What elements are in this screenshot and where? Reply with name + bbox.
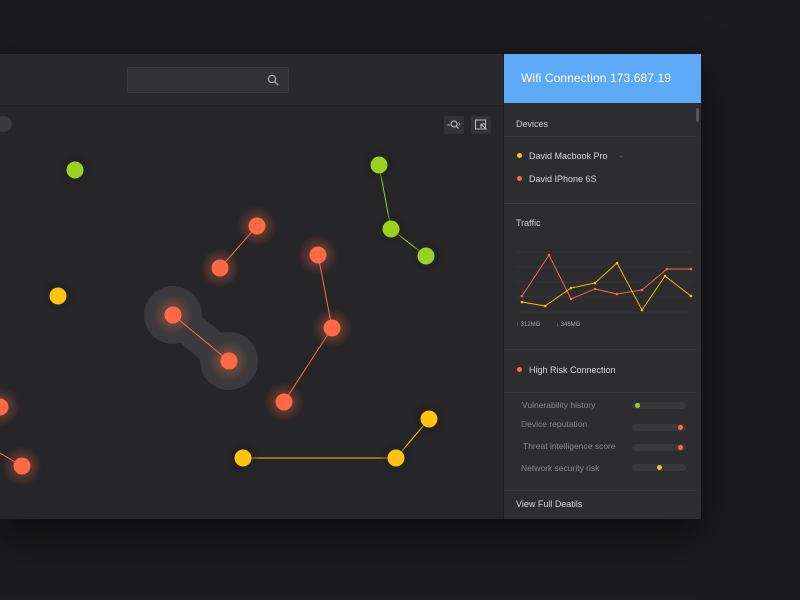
graph-node-yellow[interactable] (49, 287, 67, 305)
device-suffix: · (619, 151, 623, 161)
device-label: David IPhone 6S (529, 174, 597, 184)
graph-node-orange[interactable] (164, 306, 182, 324)
graph-node-green[interactable] (370, 156, 388, 174)
graph-node-yellow[interactable] (420, 410, 438, 428)
risk-level-marker (677, 425, 683, 430)
divider (504, 392, 697, 393)
graph-node-orange[interactable] (220, 352, 238, 370)
divider (504, 349, 697, 350)
traffic-chart (516, 251, 693, 313)
divider (504, 490, 697, 491)
download-stat: ↓ 346MG (556, 322, 581, 328)
search-box[interactable] (127, 67, 289, 93)
panel-header: Wifi Connection 173.687.19 (504, 54, 701, 103)
divider (504, 136, 697, 137)
upload-stat: ↑ 312MG (516, 322, 541, 328)
device-status-dot (517, 176, 522, 181)
graph-node-orange[interactable] (211, 259, 229, 277)
risk-status-dot (517, 367, 522, 372)
graph-node-green[interactable] (382, 220, 400, 238)
graph-node-green[interactable] (417, 247, 435, 265)
graph-node-orange[interactable] (248, 217, 266, 235)
graph-node-orange[interactable] (309, 246, 327, 264)
graph-node-orange[interactable] (13, 457, 31, 475)
network-graph (0, 147, 447, 486)
traffic-title: Traffic (516, 218, 541, 228)
connection-details-panel: Wifi Connection 173.687.19 Devices David… (503, 54, 701, 519)
risk-label: Vulnerability history (522, 400, 596, 410)
graph-node-orange[interactable] (275, 393, 293, 411)
risk-level-marker (635, 403, 641, 408)
view-full-details-link[interactable]: View Full Deatils (516, 499, 582, 509)
panel-scrollbar[interactable] (696, 108, 699, 122)
risk-level-marker (677, 445, 683, 450)
search-icon[interactable] (267, 74, 279, 86)
device-label: David Macbook Pro (529, 151, 608, 161)
risk-level-bar (632, 444, 686, 451)
devices-title: Devices (516, 119, 549, 129)
risk-level-bar (632, 464, 686, 471)
risk-level-marker (656, 465, 662, 470)
network-graph-canvas[interactable] (0, 106, 503, 519)
risk-label: Network security risk (521, 463, 600, 473)
risk-label: Device reputation (521, 419, 588, 429)
divider (504, 203, 697, 204)
risk-level-bar (632, 402, 686, 409)
graph-node-yellow[interactable] (234, 449, 252, 467)
top-bar (0, 54, 503, 106)
high-risk-title: High Risk Connection (529, 365, 616, 375)
graph-node-green[interactable] (66, 161, 84, 179)
risk-level-bar (632, 424, 686, 431)
graph-node-orange[interactable] (323, 319, 341, 337)
app-window: Wifi Connection 173.687.19 Devices David… (0, 54, 701, 519)
graph-node-yellow[interactable] (387, 449, 405, 467)
panel-title: Wifi Connection 173.687.19 (521, 71, 672, 85)
risk-label: Threat intelligence score (523, 441, 616, 451)
device-status-dot (517, 153, 522, 158)
